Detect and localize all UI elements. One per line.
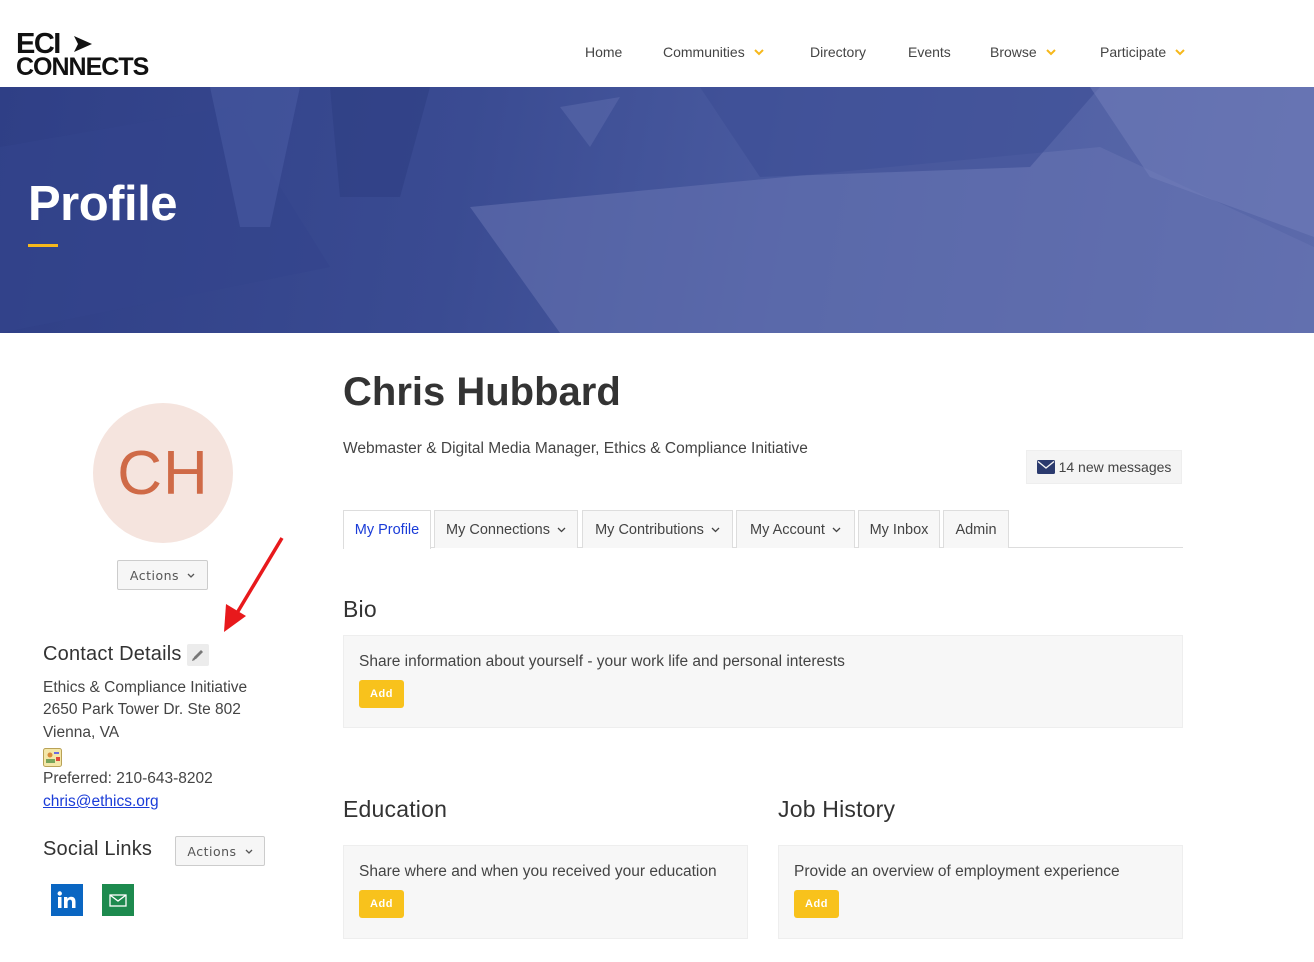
profile-tabs: My Profile My Connections My Contributio… [343,510,1183,549]
chevron-down-icon [557,527,566,532]
chevron-down-icon [1045,48,1056,55]
nav-home[interactable]: Home [585,44,622,60]
job-history-prompt: Provide an overview of employment experi… [794,863,1120,880]
tab-my-connections[interactable]: My Connections [434,510,578,548]
profile-name: Chris Hubbard [343,370,621,414]
hero-background-image [0,87,1314,333]
nav-home-label: Home [585,44,623,60]
chevron-down-icon [711,527,720,532]
add-education-button[interactable]: Add [359,890,404,918]
job-history-heading: Job History [778,796,896,822]
education-heading: Education [343,796,448,822]
social-links-heading: Social Links [43,838,153,860]
nav-participate[interactable]: Participate [1100,44,1185,60]
hero-banner: Profile [0,87,1314,333]
vcard-icon[interactable] [43,748,62,767]
chevron-down-icon [832,527,841,532]
page-title: Profile [28,177,177,231]
tab-label: My Inbox [869,521,929,538]
title-underline [28,244,58,247]
add-bio-button[interactable]: Add [359,680,404,708]
site-header: ECI CONNECTS Home Communities Directory … [0,0,1314,87]
tab-my-inbox[interactable]: My Inbox [858,510,940,548]
education-prompt: Share where and when you received your e… [359,863,717,880]
bio-prompt: Share information about yourself - your … [359,653,845,670]
tab-label: My Profile [354,522,420,538]
chevron-down-icon [187,573,195,578]
new-messages-button[interactable]: 14 new messages [1026,450,1182,484]
education-panel: Share where and when you received your e… [343,845,748,939]
nav-browse-label: Browse [990,44,1037,60]
nav-browse[interactable]: Browse [990,44,1056,60]
new-messages-label: 14 new messages [1058,459,1172,475]
nav-participate-label: Participate [1100,44,1167,60]
contact-city: Vienna, VA [43,724,120,741]
envelope-icon [1036,460,1055,474]
tab-admin[interactable]: Admin [943,510,1009,548]
red-arrow-annotation [224,537,284,632]
nav-communities-label: Communities [663,44,745,60]
add-job-history-button[interactable]: Add [794,890,839,918]
chevron-down-icon [245,849,253,854]
profile-actions-label: Actions [129,567,180,583]
eci-connects-logo[interactable]: ECI CONNECTS [16,30,161,82]
social-actions-button[interactable]: Actions [175,836,265,866]
pencil-icon [192,650,203,661]
nav-communities[interactable]: Communities [663,44,764,60]
contact-details-heading: Contact Details [43,643,182,665]
social-actions-label: Actions [187,843,237,859]
tab-label: My Account [750,521,825,538]
nav-events[interactable]: Events [908,44,951,60]
contact-address: 2650 Park Tower Dr. Ste 802 [43,701,241,718]
tab-my-contributions[interactable]: My Contributions [582,510,733,548]
nav-directory[interactable]: Directory [810,44,866,60]
tab-my-profile[interactable]: My Profile [343,510,431,549]
email-icon [109,893,127,907]
linkedin-button[interactable] [51,884,83,916]
contact-organization: Ethics & Compliance Initiative [43,679,248,696]
nav-directory-label: Directory [810,44,867,60]
linkedin-icon [57,891,76,908]
edit-contact-button[interactable] [187,644,209,666]
email-share-button[interactable] [102,884,134,916]
chevron-down-icon [753,48,764,55]
avatar[interactable]: CH [93,403,233,543]
contact-email-link[interactable]: chris@ethics.org [43,793,159,811]
tab-label: My Connections [446,521,550,538]
tab-label: Admin [955,521,997,538]
logo-text-bottom: CONNECTS [16,53,149,81]
bio-heading: Bio [343,596,377,622]
tab-my-account[interactable]: My Account [736,510,855,548]
logo-arrow-icon [74,36,92,52]
profile-job-title: Webmaster & Digital Media Manager, Ethic… [343,440,808,457]
job-history-panel: Provide an overview of employment experi… [778,845,1183,939]
nav-events-label: Events [908,44,951,60]
contact-phone: Preferred: 210-643-8202 [43,770,213,787]
tab-label: My Contributions [595,521,704,538]
bio-panel: Share information about yourself - your … [343,635,1183,728]
profile-actions-button[interactable]: Actions [117,560,208,590]
chevron-down-icon [1175,48,1185,55]
